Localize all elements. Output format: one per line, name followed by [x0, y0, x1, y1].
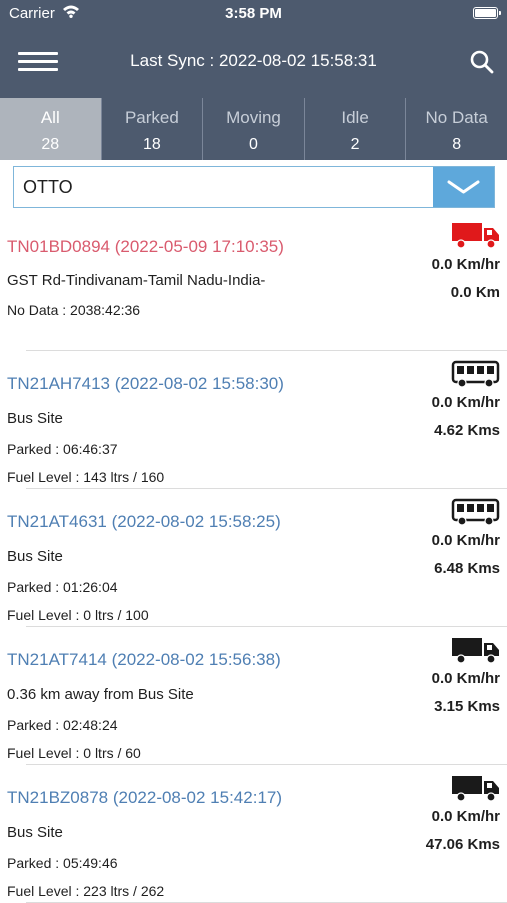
vehicle-title[interactable]: TN21AT7414 (2022-08-02 15:56:38) [7, 650, 281, 670]
tab-idle[interactable]: Idle 2 [303, 98, 406, 160]
bus-icon [451, 360, 500, 388]
tab-label: All [40, 108, 60, 127]
tab-count: 2 [350, 136, 360, 153]
vehicle-row[interactable]: TN01BD0894 (2022-05-09 17:10:35) GST Rd-… [7, 212, 507, 351]
vehicle-fuel: Fuel Level : 0 ltrs / 60 [7, 745, 141, 761]
vehicle-row[interactable]: TN21AT4631 (2022-08-02 15:58:25) Bus Sit… [7, 489, 507, 627]
truck-icon [452, 223, 499, 249]
vehicle-row[interactable]: TN21AH7413 (2022-08-02 15:58:30) Bus Sit… [7, 351, 507, 489]
page-title: Last Sync : 2022-08-02 15:58:31 [130, 51, 377, 70]
tab-moving[interactable]: Moving 0 [202, 98, 304, 160]
vehicle-location: Bus Site [7, 548, 63, 565]
vehicle-status: Parked : 01:26:04 [7, 579, 118, 595]
vehicle-title[interactable]: TN21AH7413 (2022-08-02 15:58:30) [7, 374, 284, 394]
vehicle-row[interactable]: TN21AT7414 (2022-08-02 15:56:38) 0.36 km… [7, 627, 507, 765]
status-tabs: All 28 Parked 18 Moving 0 Idle 2 No Data… [0, 98, 507, 160]
vehicle-status: Parked : 06:46:37 [7, 441, 118, 457]
truck-icon [452, 638, 499, 664]
vehicle-speed: 0.0 Km/hr [431, 532, 500, 549]
vehicle-distance: 3.15 Kms [434, 698, 500, 715]
tab-label: Parked [124, 108, 179, 127]
tab-count: 8 [452, 136, 462, 153]
bus-icon [451, 498, 500, 526]
vehicle-location: GST Rd-Tindivanam-Tamil Nadu-India- [7, 272, 266, 289]
vehicle-list: TN01BD0894 (2022-05-09 17:10:35) GST Rd-… [0, 212, 507, 903]
tab-label: Moving [226, 108, 281, 127]
vehicle-distance: 0.0 Km [450, 284, 500, 301]
vehicle-fuel: Fuel Level : 223 ltrs / 262 [7, 883, 165, 899]
vehicle-speed: 0.0 Km/hr [431, 670, 500, 687]
vehicle-title[interactable]: TN21AT4631 (2022-08-02 15:58:25) [7, 512, 281, 532]
vehicle-status: Parked : 02:48:24 [7, 717, 118, 733]
vehicle-row[interactable]: TN21BZ0878 (2022-08-02 15:42:17) Bus Sit… [7, 765, 507, 903]
group-dropdown[interactable]: OTTO [13, 166, 495, 208]
vehicle-status: No Data : 2038:42:36 [7, 302, 141, 318]
dropdown-value: OTTO [23, 177, 73, 197]
vehicle-speed: 0.0 Km/hr [431, 256, 500, 273]
vehicle-distance: 4.62 Kms [434, 422, 500, 439]
vehicle-speed: 0.0 Km/hr [431, 808, 500, 825]
tab-count: 28 [41, 136, 60, 153]
vehicle-speed: 0.0 Km/hr [431, 394, 500, 411]
vehicle-title[interactable]: TN21BZ0878 (2022-08-02 15:42:17) [7, 788, 282, 808]
vehicle-location: Bus Site [7, 410, 63, 427]
vehicle-location: 0.36 km away from Bus Site [7, 686, 194, 703]
vehicle-distance: 6.48 Kms [434, 560, 500, 577]
vehicle-status: Parked : 05:49:46 [7, 855, 118, 871]
tab-label: No Data [425, 108, 488, 127]
vehicle-location: Bus Site [7, 824, 63, 841]
header-bar: Carrier 3:58 PM Last Sync : 2022-08-02 1… [0, 0, 507, 98]
status-bar: Carrier 3:58 PM [0, 0, 507, 28]
vehicle-title[interactable]: TN01BD0894 (2022-05-09 17:10:35) [7, 237, 284, 257]
chevron-down-icon [447, 180, 480, 194]
battery-icon [473, 7, 501, 19]
vehicle-distance: 47.06 Kms [425, 836, 500, 853]
tab-no-data[interactable]: No Data 8 [405, 98, 507, 160]
tab-count: 0 [249, 136, 258, 153]
tab-count: 18 [142, 136, 161, 153]
search-icon[interactable] [469, 49, 495, 75]
tab-all[interactable]: All 28 [0, 98, 101, 160]
tab-parked[interactable]: Parked 18 [100, 98, 203, 160]
truck-icon [452, 776, 499, 802]
vehicle-fuel: Fuel Level : 143 ltrs / 160 [7, 469, 165, 485]
dropdown-toggle-button[interactable] [433, 167, 494, 207]
tab-label: Idle [341, 108, 369, 127]
vehicle-fuel: Fuel Level : 0 ltrs / 100 [7, 607, 149, 623]
status-time: 3:58 PM [225, 5, 282, 22]
